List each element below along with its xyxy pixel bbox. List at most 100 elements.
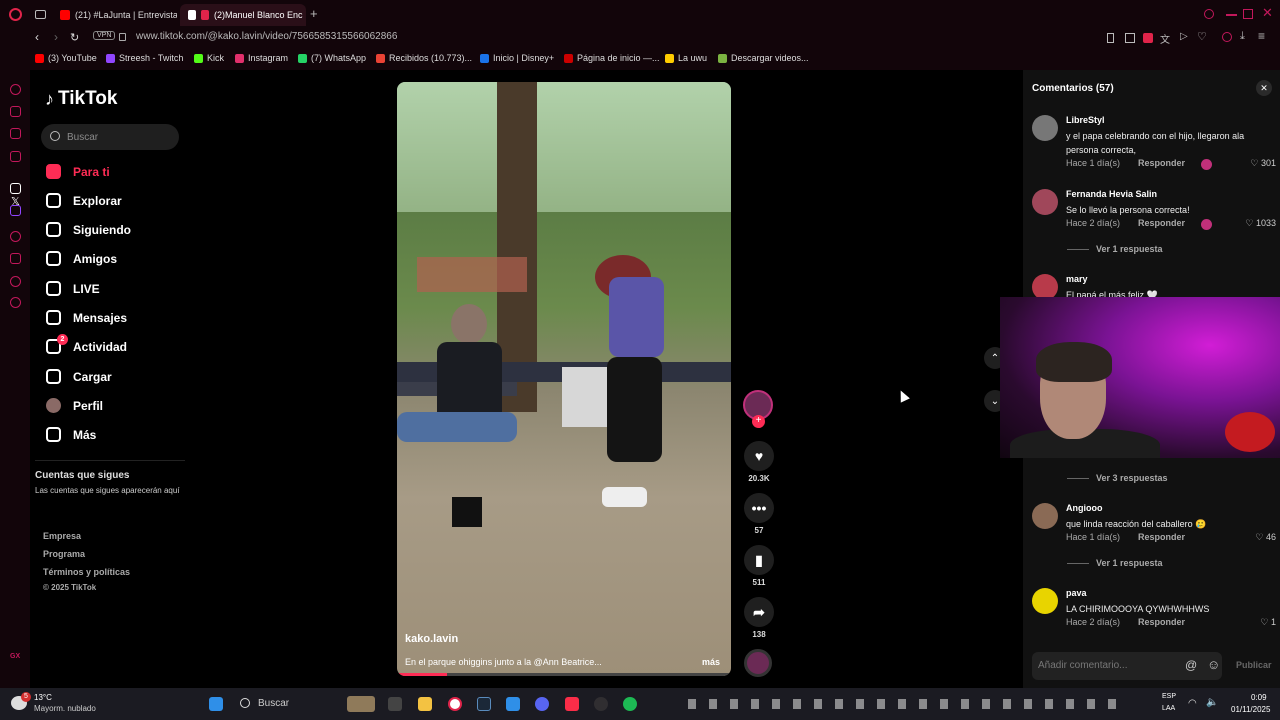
url-field[interactable]: www.tiktok.com/@kako.lavin/video/7566585… <box>136 31 397 42</box>
download-icon[interactable]: ⤓ <box>1240 30 1245 43</box>
caption-more-link[interactable]: más <box>702 657 720 667</box>
comment-like-button[interactable]: ♡ 1033 <box>1245 218 1276 229</box>
comment-like-button[interactable]: ♡ 301 <box>1250 158 1276 169</box>
discord-icon[interactable] <box>535 697 549 711</box>
comment-like-button[interactable]: ♡ 1 <box>1260 617 1276 628</box>
emoji-icon[interactable]: ☺ <box>1207 657 1220 672</box>
wifi-icon[interactable]: ◠ <box>1188 698 1197 709</box>
publish-button[interactable]: Publicar <box>1236 660 1272 670</box>
tiktok-logo[interactable]: ♪ TikTok <box>45 88 117 110</box>
menu-icon[interactable]: ≡ <box>1258 29 1265 43</box>
obs-icon[interactable] <box>594 697 608 711</box>
tab-overview-icon[interactable] <box>35 10 46 19</box>
heart-icon[interactable]: ♡ <box>1197 30 1207 43</box>
bookmark-item[interactable]: (3) YouTube <box>35 53 97 63</box>
close-comments-button[interactable]: ✕ <box>1256 80 1272 96</box>
nav-item-mensajes[interactable]: Mensajes <box>46 310 127 325</box>
opera-logo-icon[interactable] <box>9 8 22 21</box>
steam-icon[interactable] <box>477 697 491 711</box>
back-icon[interactable]: ‹ <box>35 30 39 44</box>
comment-button[interactable]: ••• 57 <box>744 493 774 535</box>
bookmark-item[interactable]: Instagram <box>235 53 288 63</box>
nav-item-amigos[interactable]: Amigos <box>46 251 117 266</box>
taskbar-search[interactable]: Buscar <box>258 698 289 709</box>
like-button[interactable]: ♥ 20.3K <box>744 441 774 483</box>
avatar[interactable] <box>1032 189 1058 215</box>
task-view-icon[interactable] <box>388 697 402 711</box>
reply-button[interactable]: Responder <box>1138 158 1185 168</box>
reload-icon[interactable]: ↻ <box>70 31 79 44</box>
bookmark-item[interactable]: Recibidos (10.773)... <box>376 53 472 63</box>
footer-link-terms[interactable]: Términos y políticas <box>43 567 130 577</box>
translate-icon[interactable]: 文 <box>1160 31 1170 46</box>
bookmark-item[interactable]: (7) WhatsApp <box>298 53 366 63</box>
follow-plus-button[interactable]: + <box>752 415 765 428</box>
bookmark-item[interactable]: Kick <box>194 53 224 63</box>
reply-button[interactable]: Responder <box>1138 617 1185 627</box>
crypto-wallet-icon[interactable] <box>10 106 21 117</box>
clock-time[interactable]: 0:09 <box>1251 693 1267 702</box>
nav-item-actividad[interactable]: 2 Actividad <box>46 334 127 354</box>
search-icon[interactable] <box>1204 9 1214 19</box>
view-replies-button[interactable]: Ver 1 respuesta <box>1067 558 1163 568</box>
history-icon[interactable] <box>10 231 21 242</box>
tab-youtube[interactable]: (21) #LaJunta | Entrevista <box>52 4 177 26</box>
bookmark-item[interactable]: Streesh - Twitch <box>106 53 183 63</box>
view-replies-button[interactable]: Ver 1 respuesta <box>1067 244 1163 254</box>
nav-item-más[interactable]: Más <box>46 427 96 442</box>
nav-item-para-ti[interactable]: Para ti <box>46 164 110 179</box>
system-tray-icons[interactable] <box>688 699 1128 709</box>
bookmark-item[interactable]: Descargar videos... <box>718 53 809 63</box>
file-explorer-icon[interactable] <box>418 697 432 711</box>
mention-icon[interactable]: @ <box>1185 658 1197 672</box>
comment-user[interactable]: Angiooo <box>1066 503 1103 513</box>
extension-icon[interactable]: ▷ <box>1180 31 1188 42</box>
nav-item-perfil[interactable]: Perfil <box>46 398 103 413</box>
music-icon[interactable] <box>565 697 579 711</box>
weather-temp[interactable]: 13°C <box>34 693 52 702</box>
reply-button[interactable]: Responder <box>1138 218 1185 228</box>
close-window-icon[interactable]: ✕ <box>1262 5 1273 21</box>
comment-user[interactable]: LibreStyl <box>1066 115 1105 125</box>
search-input[interactable]: Buscar <box>41 124 179 150</box>
avatar[interactable] <box>1032 115 1058 141</box>
video-author[interactable]: kako.lavin <box>405 633 458 645</box>
shield-icon[interactable] <box>1143 33 1153 43</box>
share-button[interactable]: ➦ 138 <box>744 597 774 639</box>
gx-icon[interactable]: GX <box>10 653 20 660</box>
video-progress-bar[interactable] <box>397 673 731 676</box>
footer-link-empresa[interactable]: Empresa <box>43 531 81 541</box>
opera-gx-icon[interactable] <box>448 697 462 711</box>
footer-link-programa[interactable]: Programa <box>43 549 85 559</box>
comment-like-button[interactable]: ♡ 46 <box>1255 532 1276 543</box>
nav-item-cargar[interactable]: Cargar <box>46 369 112 384</box>
minimize-icon[interactable] <box>1226 14 1237 16</box>
bookmark-item[interactable]: Inicio | Disney+ <box>480 53 554 63</box>
nav-item-explorar[interactable]: Explorar <box>46 193 122 208</box>
volume-icon[interactable]: 🔈 <box>1206 697 1218 708</box>
nav-item-siguiendo[interactable]: Siguiendo <box>46 222 131 237</box>
settings-icon[interactable] <box>10 297 21 308</box>
tab-tiktok[interactable]: (2)Manuel Blanco Enc <box>180 4 306 26</box>
avatar[interactable] <box>1032 588 1058 614</box>
gmail-icon[interactable] <box>10 151 21 162</box>
comment-user[interactable]: mary <box>1066 274 1088 284</box>
bookmark-item[interactable]: La uwu <box>665 53 707 63</box>
comment-user[interactable]: pava <box>1066 588 1087 598</box>
start-icon[interactable] <box>209 697 223 711</box>
reply-button[interactable]: Responder <box>1138 532 1185 542</box>
save-button[interactable]: ▮ 511 <box>744 545 774 587</box>
cube-icon[interactable] <box>10 253 21 264</box>
spotify-icon[interactable] <box>623 697 637 711</box>
video-player[interactable]: kako.lavin En el parque ohiggins junto a… <box>397 82 731 676</box>
aria-icon[interactable] <box>10 84 21 95</box>
nav-item-live[interactable]: LIVE <box>46 281 100 296</box>
vpn-badge[interactable]: VPN <box>93 31 116 40</box>
forward-icon[interactable]: › <box>54 30 58 44</box>
bookmark-item[interactable]: Página de inicio —... <box>564 53 660 63</box>
store-icon[interactable] <box>506 697 520 711</box>
snapshot-icon[interactable] <box>1125 33 1135 43</box>
messenger-icon[interactable] <box>10 128 21 139</box>
view-replies-button[interactable]: Ver 3 respuestas <box>1067 473 1168 483</box>
tiktok-rail-icon[interactable] <box>10 183 21 194</box>
